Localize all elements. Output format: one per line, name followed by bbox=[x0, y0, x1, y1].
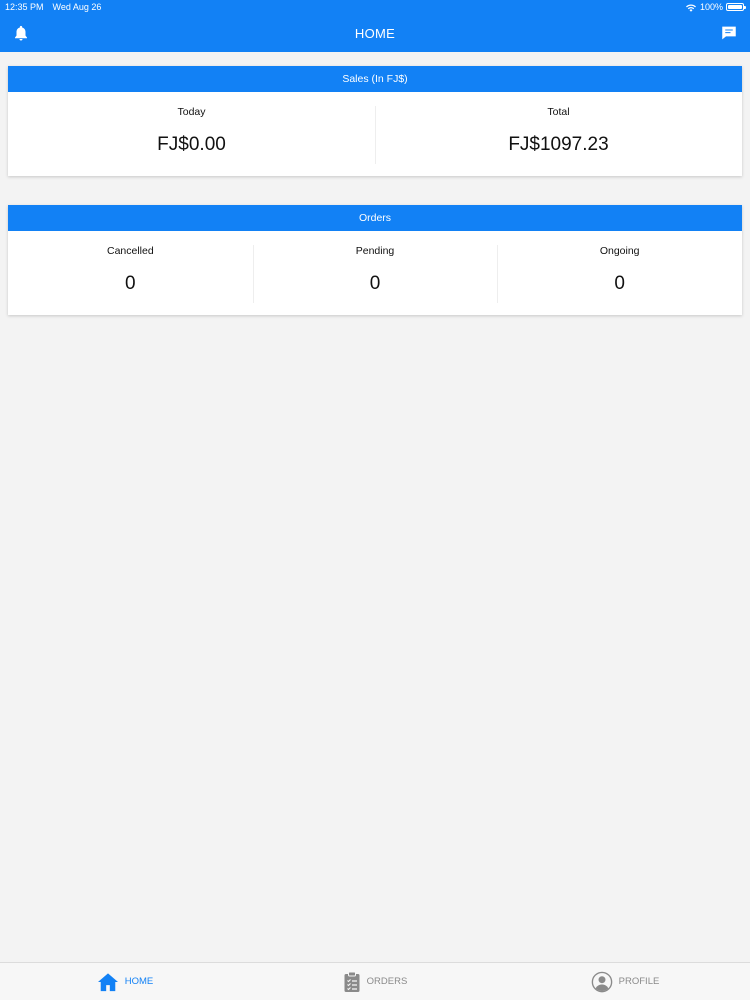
tab-bar: HOME ORDERS PROFILE bbox=[0, 962, 750, 1000]
bell-icon bbox=[15, 25, 27, 41]
orders-stats: Cancelled 0 Pending 0 Ongoing 0 bbox=[8, 231, 742, 315]
sales-today-value: FJ$0.00 bbox=[157, 134, 226, 155]
page-title: HOME bbox=[354, 25, 396, 41]
orders-cancelled: Cancelled 0 bbox=[8, 231, 253, 315]
notifications-button[interactable] bbox=[12, 24, 30, 42]
tab-home[interactable]: HOME bbox=[0, 972, 250, 992]
battery-percent: 100% bbox=[699, 2, 723, 12]
orders-cancelled-label: Cancelled bbox=[106, 245, 154, 257]
orders-pending: Pending 0 bbox=[252, 231, 498, 315]
orders-card: Orders Cancelled 0 Pending 0 Ongoing 0 bbox=[8, 205, 742, 315]
orders-ongoing-value: 0 bbox=[614, 273, 625, 294]
battery-fill bbox=[728, 5, 742, 9]
sales-today-label: Today bbox=[177, 106, 206, 118]
clipboard-icon bbox=[344, 971, 360, 992]
sales-total-value: FJ$1097.23 bbox=[508, 134, 609, 155]
orders-ongoing: Ongoing 0 bbox=[497, 231, 742, 315]
status-date: Wed Aug 26 bbox=[52, 2, 102, 12]
tab-orders-label: ORDERS bbox=[366, 976, 408, 987]
orders-pending-value: 0 bbox=[369, 273, 381, 294]
chat-icon bbox=[722, 26, 736, 40]
battery-icon bbox=[726, 3, 746, 11]
sales-total: Total FJ$1097.23 bbox=[375, 92, 742, 176]
wifi-icon bbox=[685, 3, 696, 12]
tab-profile[interactable]: PROFILE bbox=[500, 971, 750, 993]
status-time: 12:35 PM bbox=[5, 2, 44, 12]
orders-cancelled-value: 0 bbox=[125, 273, 136, 294]
status-bar: 12:35 PM Wed Aug 26 100% bbox=[0, 0, 750, 14]
orders-card-title: Orders bbox=[8, 205, 742, 231]
tab-profile-label: PROFILE bbox=[618, 976, 660, 987]
sales-card-title: Sales (In FJ$) bbox=[8, 66, 742, 92]
sales-total-label: Total bbox=[547, 106, 570, 118]
orders-ongoing-label: Ongoing bbox=[599, 245, 640, 257]
status-left: 12:35 PM Wed Aug 26 bbox=[5, 2, 101, 12]
sales-card: Sales (In FJ$) Today FJ$0.00 Total FJ$10… bbox=[8, 66, 742, 176]
app-header: HOME bbox=[0, 14, 750, 52]
sales-today: Today FJ$0.00 bbox=[8, 92, 375, 176]
status-right: 100% bbox=[685, 2, 746, 12]
profile-icon bbox=[591, 971, 612, 992]
tab-orders[interactable]: ORDERS bbox=[250, 971, 500, 993]
messages-button[interactable] bbox=[720, 24, 738, 42]
home-icon bbox=[97, 972, 118, 991]
orders-pending-label: Pending bbox=[355, 245, 395, 257]
sales-stats: Today FJ$0.00 Total FJ$1097.23 bbox=[8, 92, 742, 176]
tab-home-label: HOME bbox=[124, 976, 154, 987]
